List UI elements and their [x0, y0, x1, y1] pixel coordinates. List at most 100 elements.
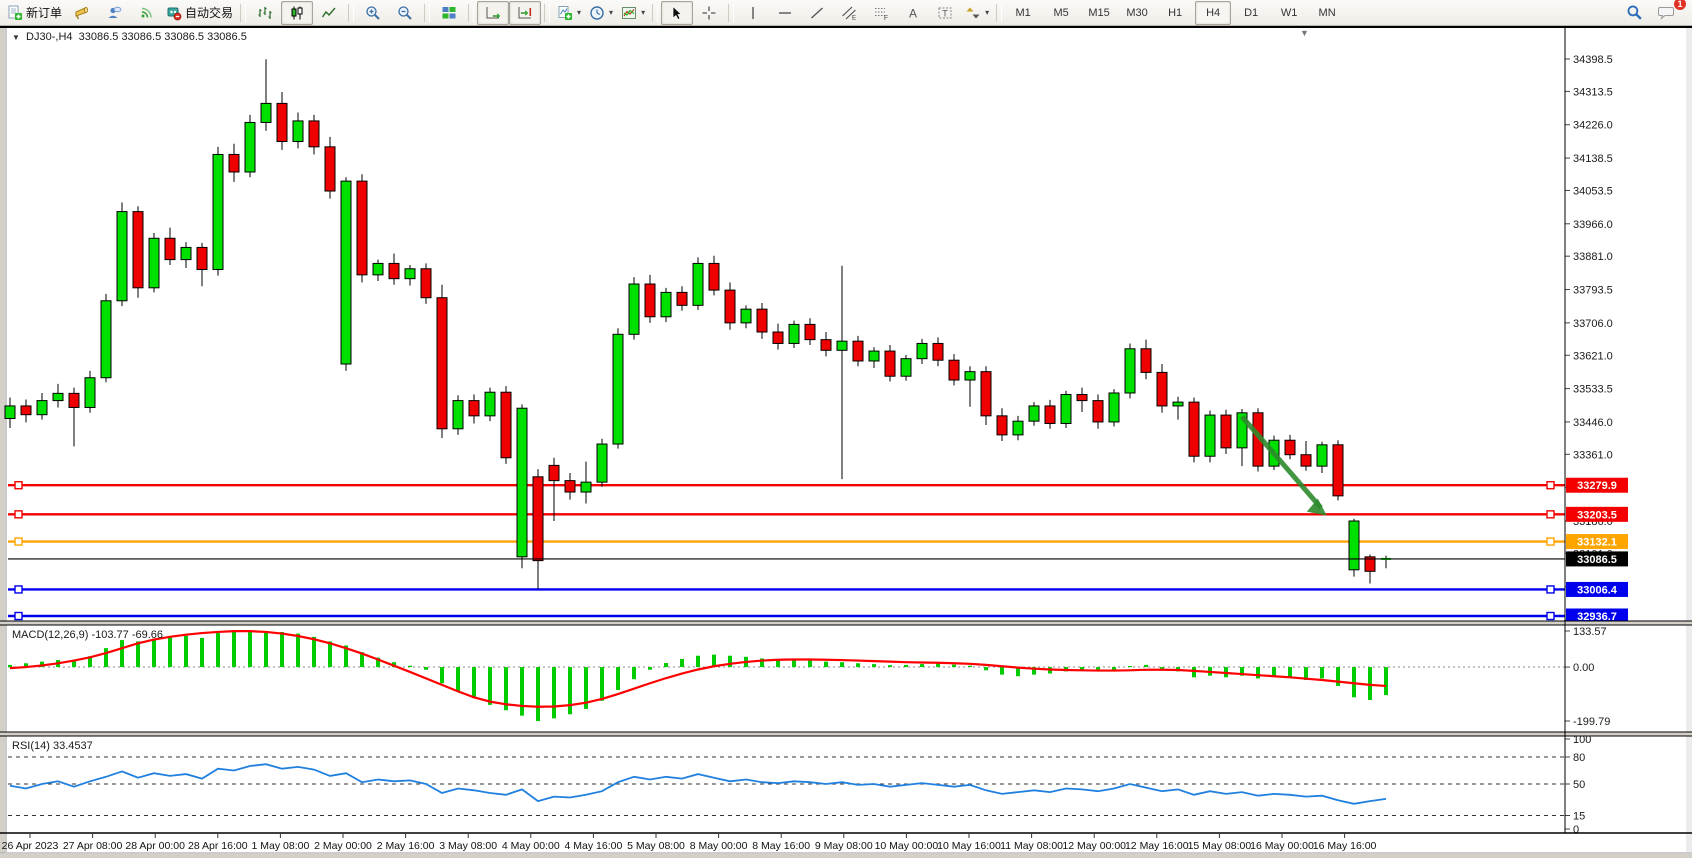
svg-text:28 Apr 16:00: 28 Apr 16:00: [188, 840, 248, 852]
mt4-window: 新订单 自动交易: [0, 0, 1692, 858]
hline-handle[interactable]: [15, 511, 22, 518]
svg-text:100: 100: [1573, 734, 1591, 746]
chart-shift-icon: [517, 5, 533, 21]
zoom-out-button[interactable]: [389, 1, 421, 25]
svg-text:16 May 00:00: 16 May 00:00: [1250, 840, 1314, 852]
svg-text:8 May 16:00: 8 May 16:00: [752, 840, 810, 852]
svg-text:33446.0: 33446.0: [1573, 417, 1613, 429]
timeframe-button-M30[interactable]: M30: [1119, 1, 1155, 25]
chart-shift-marker-icon[interactable]: ▼: [1300, 28, 1309, 38]
autotrading-icon: [166, 5, 182, 21]
templates-icon: [621, 5, 637, 21]
svg-text:A: A: [909, 6, 917, 20]
hline-handle[interactable]: [1547, 613, 1554, 620]
chat-icon: [1657, 4, 1675, 21]
arrows-button[interactable]: ▾: [961, 1, 993, 25]
chart-title-row: ▼ DJ30-,H4 33086.5 33086.5 33086.5 33086…: [12, 31, 247, 43]
price-label-33006.4: 33006.4: [1566, 582, 1628, 597]
autoscroll-button[interactable]: [477, 1, 509, 25]
autoscroll-icon: [485, 5, 501, 21]
hline-handle[interactable]: [1547, 586, 1554, 593]
new-order-icon: [7, 5, 23, 21]
hline-handle[interactable]: [15, 613, 22, 620]
bar-chart-button[interactable]: [249, 1, 281, 25]
hline-handle[interactable]: [15, 482, 22, 489]
tile-windows-button[interactable]: [433, 1, 465, 25]
svg-text:F: F: [884, 15, 888, 21]
periods-button[interactable]: ▾: [585, 1, 617, 25]
svg-text:33793.5: 33793.5: [1573, 285, 1613, 297]
svg-text:33706.0: 33706.0: [1573, 318, 1613, 330]
timeframe-button-H4[interactable]: H4: [1195, 1, 1231, 25]
indicators-button[interactable]: ▾: [553, 1, 585, 25]
text-label-button[interactable]: T: [929, 1, 961, 25]
periods-caret-icon: ▾: [609, 8, 613, 17]
community-button[interactable]: [98, 1, 130, 25]
arrows-icon: [965, 5, 981, 21]
hline-handle[interactable]: [1547, 511, 1554, 518]
hline-handle[interactable]: [1547, 482, 1554, 489]
svg-text:5 May 08:00: 5 May 08:00: [627, 840, 685, 852]
svg-text:33361.0: 33361.0: [1573, 449, 1613, 461]
line-chart-button[interactable]: [313, 1, 345, 25]
zoom-in-button[interactable]: [357, 1, 389, 25]
fibonacci-icon: F: [873, 5, 889, 21]
cursor-icon: [669, 5, 685, 21]
text-icon: A: [905, 5, 921, 21]
svg-text:33966.0: 33966.0: [1573, 219, 1613, 231]
hline-handle[interactable]: [15, 586, 22, 593]
search-button[interactable]: [1618, 1, 1650, 25]
hline-handle[interactable]: [15, 538, 22, 545]
svg-text:28 Apr 00:00: 28 Apr 00:00: [125, 840, 185, 852]
svg-text:4 May 00:00: 4 May 00:00: [502, 840, 560, 852]
indicators-icon: [557, 5, 573, 21]
horizontal-line-button[interactable]: [769, 1, 801, 25]
svg-text:33533.5: 33533.5: [1573, 384, 1613, 396]
text-label-icon: T: [937, 5, 953, 21]
notification-badge: 1: [1674, 0, 1686, 10]
timeframe-button-H1[interactable]: H1: [1157, 1, 1193, 25]
tile-windows-icon: [441, 5, 457, 21]
indicators-caret-icon: ▾: [577, 8, 581, 17]
svg-text:0.00: 0.00: [1573, 662, 1594, 674]
svg-text:15 May 08:00: 15 May 08:00: [1188, 840, 1252, 852]
equidistant-channel-button[interactable]: E: [833, 1, 865, 25]
crosshair-button[interactable]: [693, 1, 725, 25]
svg-text:2 May 16:00: 2 May 16:00: [377, 840, 435, 852]
svg-text:8 May 00:00: 8 May 00:00: [690, 840, 748, 852]
svg-text:26 Apr 2023: 26 Apr 2023: [2, 840, 59, 852]
timeframe-button-M5[interactable]: M5: [1043, 1, 1079, 25]
signals-icon: [138, 5, 154, 21]
svg-text:33006.4: 33006.4: [1577, 584, 1618, 596]
autotrading-button[interactable]: 自动交易: [162, 1, 237, 25]
svg-text:34053.5: 34053.5: [1573, 185, 1613, 197]
vertical-line-icon: [745, 5, 761, 21]
vertical-line-button[interactable]: [737, 1, 769, 25]
candlestick-chart-button[interactable]: [281, 1, 313, 25]
timeframe-button-D1[interactable]: D1: [1233, 1, 1269, 25]
new-order-button[interactable]: 新订单: [3, 1, 66, 25]
text-button[interactable]: A: [897, 1, 929, 25]
timeframe-button-W1[interactable]: W1: [1271, 1, 1307, 25]
autotrading-label: 自动交易: [185, 4, 233, 21]
chart-shift-button[interactable]: [509, 1, 541, 25]
svg-text:16 May 16:00: 16 May 16:00: [1313, 840, 1377, 852]
market-button[interactable]: [66, 1, 98, 25]
templates-button[interactable]: ▾: [617, 1, 649, 25]
timeframe-button-M1[interactable]: M1: [1005, 1, 1041, 25]
fibonacci-button[interactable]: F: [865, 1, 897, 25]
notifications-button[interactable]: 1: [1650, 1, 1682, 25]
trendline-button[interactable]: [801, 1, 833, 25]
timeframe-button-M15[interactable]: M15: [1081, 1, 1117, 25]
collapse-arrow-icon[interactable]: ▼: [12, 33, 20, 42]
svg-text:11 May 08:00: 11 May 08:00: [1000, 840, 1063, 852]
svg-text:0: 0: [1573, 824, 1579, 836]
signals-button[interactable]: [130, 1, 162, 25]
cursor-button[interactable]: [661, 1, 693, 25]
timeframe-button-MN[interactable]: MN: [1309, 1, 1345, 25]
templates-caret-icon: ▾: [641, 8, 645, 17]
hline-handle[interactable]: [1547, 538, 1554, 545]
svg-text:80: 80: [1573, 752, 1585, 764]
zoom-out-icon: [397, 5, 413, 21]
trendline-icon: [809, 5, 825, 21]
